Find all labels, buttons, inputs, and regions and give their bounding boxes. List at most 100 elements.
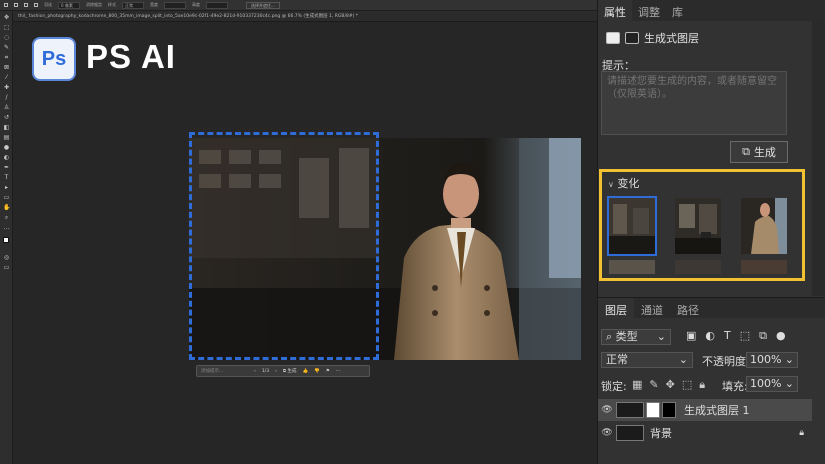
more-options-icon[interactable]: ⋯ xyxy=(336,369,341,374)
variations-label: 变化 xyxy=(617,177,640,190)
variation-thumb-1[interactable] xyxy=(607,196,657,256)
new-selection-icon[interactable] xyxy=(14,3,18,7)
shape-filter-icon[interactable]: ⬚ xyxy=(740,329,750,343)
history-brush-tool-icon[interactable]: ↺ xyxy=(3,115,10,121)
prev-variation-icon[interactable]: ‹ xyxy=(254,369,256,374)
path-select-tool-icon[interactable]: ▸ xyxy=(3,185,10,191)
variations-title[interactable]: ∨ 变化 xyxy=(608,175,639,191)
variation-thumb-4[interactable] xyxy=(609,260,655,274)
dodge-tool-icon[interactable]: ◐ xyxy=(3,155,10,161)
width-input[interactable] xyxy=(164,1,186,9)
ctx-generate-button[interactable]: ⧉ 生成 xyxy=(283,368,297,374)
screen-mode-icon[interactable]: ▭ xyxy=(3,265,10,271)
marquee-tool-icon[interactable]: ⬚ xyxy=(3,25,10,31)
quick-mask-icon[interactable]: ◎ xyxy=(3,255,10,261)
lock-transparency-icon[interactable]: ▦ xyxy=(632,378,642,392)
fill-input[interactable]: 100% ⌄ xyxy=(746,376,798,392)
layer-thumbnail xyxy=(616,425,644,441)
blend-mode-value: 正常 xyxy=(606,353,628,366)
generate-label: 生成 xyxy=(753,146,776,159)
marquee-selection[interactable] xyxy=(189,132,379,360)
select-and-mask-button[interactable]: 选择并遮住... xyxy=(246,1,280,9)
layer-row-background[interactable]: 👁︎ 背景 🔒︎ xyxy=(598,422,812,444)
frame-tool-icon[interactable]: ⊠ xyxy=(3,65,10,71)
chevron-down-icon: ⌄ xyxy=(784,377,794,390)
type-filter-icon[interactable]: T xyxy=(724,329,731,343)
eraser-tool-icon[interactable]: ◧ xyxy=(3,125,10,131)
flag-icon[interactable]: ⚑ xyxy=(326,369,330,374)
ctx-generate-label: 生成 xyxy=(287,369,297,374)
tab-paths[interactable]: 路径 xyxy=(670,298,706,318)
layer-name[interactable]: 生成式图层 1 xyxy=(684,402,750,418)
thumbs-up-icon[interactable]: 👍 xyxy=(303,369,309,374)
variation-thumb-2[interactable] xyxy=(675,198,721,254)
panel-scrollbar[interactable] xyxy=(812,21,825,296)
hand-tool-icon[interactable]: ✋ xyxy=(3,205,10,211)
marquee-preset-icon[interactable] xyxy=(4,3,8,7)
layer-name[interactable]: 背景 xyxy=(650,425,799,441)
tab-properties[interactable]: 属性 xyxy=(598,0,632,21)
layer-row-generative[interactable]: 👁︎ 生成式图层 1 xyxy=(598,399,812,421)
ctx-prompt-input[interactable]: 添加提示... xyxy=(201,368,251,374)
shape-tool-icon[interactable]: ▭ xyxy=(3,195,10,201)
lock-icons: ▦ ✎ ✥ ⬚ 🔒︎ xyxy=(632,378,705,392)
visibility-eye-icon[interactable]: 👁︎ xyxy=(598,405,616,415)
quick-select-tool-icon[interactable]: ✎ xyxy=(3,45,10,51)
opacity-label: 不透明度: xyxy=(702,355,750,368)
photoshop-logo: Ps xyxy=(32,37,76,81)
document-tab[interactable]: thil_ fashion_photography_kodachrome_800… xyxy=(18,13,428,22)
stamp-tool-icon[interactable]: ♙ xyxy=(3,105,10,111)
foreground-color-icon[interactable] xyxy=(3,237,9,243)
visibility-eye-icon[interactable]: 👁︎ xyxy=(598,428,616,438)
eyedropper-tool-icon[interactable]: ⁄ xyxy=(3,75,10,81)
add-selection-icon[interactable] xyxy=(24,3,28,7)
height-label: 高度 xyxy=(192,2,200,7)
lock-position-icon[interactable]: ✥ xyxy=(666,378,675,392)
subtract-selection-icon[interactable] xyxy=(34,3,38,7)
lasso-tool-icon[interactable]: ◌ xyxy=(3,35,10,41)
healing-tool-icon[interactable]: ✚ xyxy=(3,85,10,91)
more-tools-icon[interactable]: … xyxy=(3,225,10,231)
tab-layers[interactable]: 图层 xyxy=(598,298,634,318)
lock-pixels-icon[interactable]: ✎ xyxy=(649,378,658,392)
pen-tool-icon[interactable]: ✒ xyxy=(3,165,10,171)
move-tool-icon[interactable]: ✥ xyxy=(3,15,10,21)
type-tool-icon[interactable]: T xyxy=(3,175,10,181)
mask-thumbnail-2[interactable] xyxy=(662,402,676,418)
zoom-tool-icon[interactable]: ⌕ xyxy=(3,215,10,221)
feather-label: 羽化 xyxy=(44,2,52,7)
variation-thumb-3[interactable] xyxy=(741,198,787,254)
feather-input[interactable]: 0 像素 xyxy=(58,1,80,9)
generative-layer-icon xyxy=(606,32,620,44)
style-select[interactable]: 正常 xyxy=(122,1,144,9)
pixel-filter-icon[interactable]: ▣ xyxy=(686,329,696,343)
variation-thumb-6[interactable] xyxy=(741,260,787,274)
opacity-input[interactable]: 100% ⌄ xyxy=(746,352,798,368)
blur-tool-icon[interactable]: ● xyxy=(3,145,10,151)
tab-adjustments[interactable]: 调整 xyxy=(632,0,666,21)
smart-object-filter-icon[interactable]: ⧉ xyxy=(759,329,767,343)
filter-toggle-icon[interactable]: ● xyxy=(776,329,786,343)
brush-tool-icon[interactable]: / xyxy=(3,95,10,101)
tab-libraries[interactable]: 库 xyxy=(666,0,689,21)
lock-artboard-icon[interactable]: ⬚ xyxy=(682,378,692,392)
blend-mode-select[interactable]: 正常 ⌄ xyxy=(601,352,693,368)
mask-thumbnail[interactable] xyxy=(646,402,660,418)
variation-thumb-5[interactable] xyxy=(675,260,721,274)
tab-channels[interactable]: 通道 xyxy=(634,298,670,318)
options-bar: 羽化 0 像素 消除锯齿 样式 正常 宽度 高度 选择并遮住... xyxy=(0,0,597,11)
width-label: 宽度 xyxy=(150,2,158,7)
kind-label: 类型 xyxy=(615,330,638,343)
height-input[interactable] xyxy=(206,1,228,9)
lock-all-icon[interactable]: 🔒︎ xyxy=(699,378,705,392)
next-variation-icon[interactable]: › xyxy=(275,369,277,374)
prompt-input[interactable] xyxy=(601,71,787,135)
thumbs-down-icon[interactable]: 👎 xyxy=(314,369,320,374)
antialias-label[interactable]: 消除锯齿 xyxy=(86,2,102,8)
generate-button[interactable]: ⧉ 生成 xyxy=(730,141,788,163)
gradient-tool-icon[interactable]: ▤ xyxy=(3,135,10,141)
crop-tool-icon[interactable]: ⌗ xyxy=(3,55,10,61)
opacity-value: 100% xyxy=(750,353,782,366)
adjustment-filter-icon[interactable]: ◐ xyxy=(705,329,715,343)
layer-kind-filter[interactable]: ⌕ 类型 ⌄ xyxy=(601,329,671,345)
